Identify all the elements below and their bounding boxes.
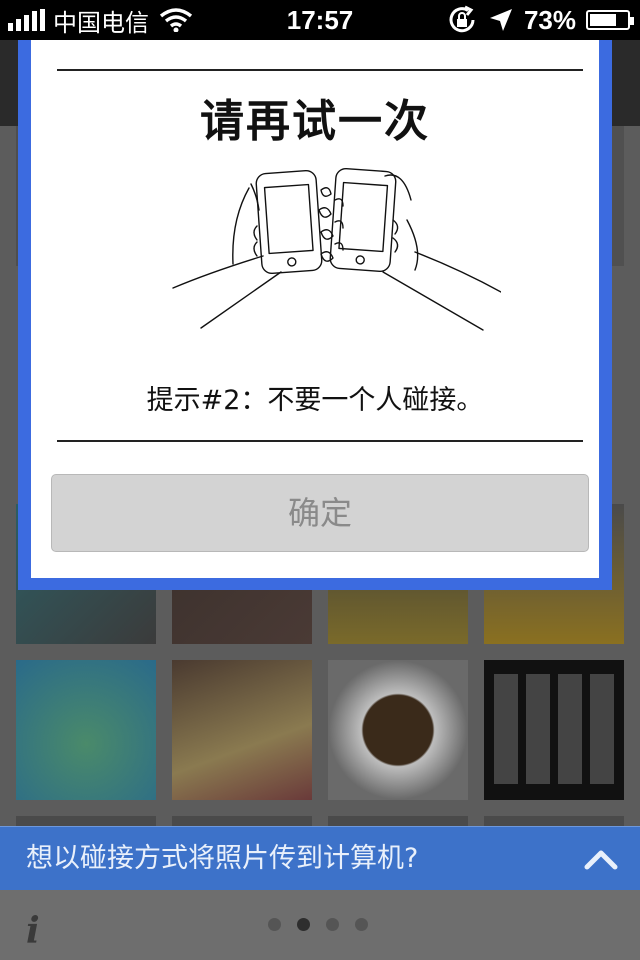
photo-thumbnail[interactable]	[484, 816, 624, 826]
page-dot[interactable]	[355, 918, 368, 931]
rotation-lock-icon	[449, 5, 475, 33]
page-dot[interactable]	[297, 918, 310, 931]
dialog-title: 请再试一次	[200, 96, 430, 147]
page-dot[interactable]	[268, 918, 281, 931]
banner-prompt: 想以碰接方式将照片传到计算机?	[26, 843, 419, 874]
photo-thumbnail[interactable]	[328, 660, 468, 800]
page-indicator	[268, 918, 368, 931]
dialog-hint: 提示#2：不要一个人碰接。	[146, 385, 484, 416]
photo-thumbnail[interactable]	[16, 660, 156, 800]
battery-percent: 73%	[523, 4, 576, 35]
status-bar: 中国电信 17:57 73%	[0, 0, 640, 40]
info-icon[interactable]: i	[26, 910, 40, 952]
divider	[57, 440, 583, 442]
photo-thumbnail[interactable]	[484, 660, 624, 800]
photo-thumbnail[interactable]	[172, 660, 312, 800]
confirm-button[interactable]: 确定	[51, 474, 589, 552]
location-icon	[489, 9, 512, 31]
divider	[57, 69, 583, 71]
photo-thumbnail[interactable]	[328, 816, 468, 826]
bump-phones-illustration	[172, 168, 501, 331]
photo-thumbnail[interactable]	[172, 816, 312, 826]
dialog-content: 请再试一次 提示#2：不要一个人碰接。 确定	[31, 40, 599, 578]
page-dot[interactable]	[326, 918, 339, 931]
retry-dialog: 请再试一次 提示#2：不要一个人碰接。 确定	[18, 40, 612, 590]
battery-icon	[586, 10, 634, 30]
chevron-up-icon[interactable]	[584, 843, 618, 877]
photo-thumbnail[interactable]	[16, 816, 156, 826]
bump-photos-banner[interactable]: 想以碰接方式将照片传到计算机?	[0, 826, 640, 890]
